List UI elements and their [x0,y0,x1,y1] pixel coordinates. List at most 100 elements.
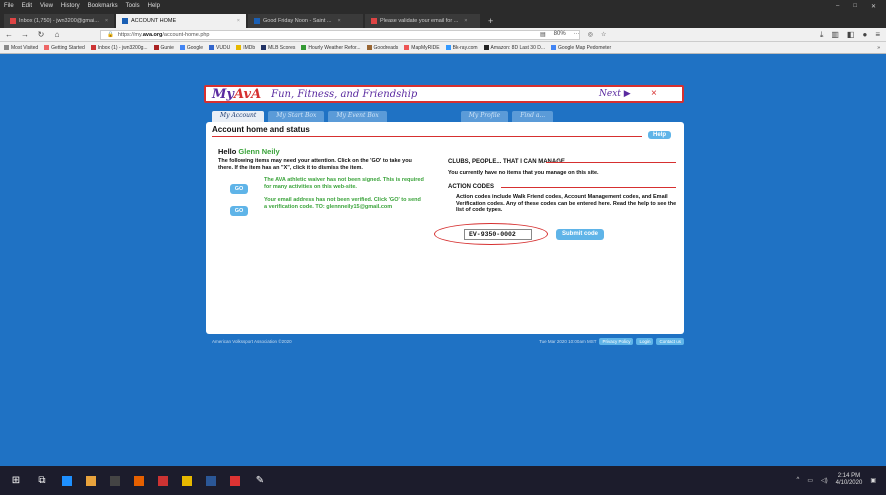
divider [212,136,642,137]
volume-icon[interactable]: ◁) [821,477,828,484]
bookmark-item[interactable]: Most Visited [4,45,38,51]
gmail-icon [10,18,16,24]
feather-icon[interactable]: ✎ [254,475,266,487]
windows-start-icon[interactable]: ⊞ [10,475,22,487]
tab-my-event-box[interactable]: My Event Box [328,111,387,122]
maximize-icon[interactable]: □ [853,3,857,10]
word-icon[interactable] [206,475,216,486]
site-footer: American Volkssport Association ©2020 Tu… [206,336,684,346]
tab-my-start-box[interactable]: My Start Box [268,111,325,122]
bookmark-item[interactable]: Goodreads [366,45,398,51]
login-link[interactable]: Login [636,337,654,345]
go-verify-email-button[interactable]: GO [230,206,248,216]
bookmark-item[interactable]: Hourly Weather Refor... [301,45,361,51]
next-button[interactable]: Next ▶ [599,89,631,99]
menu-file[interactable]: File [4,3,14,9]
go-waiver-button[interactable]: GO [230,184,248,194]
tab-gmail[interactable]: Inbox (1,750) - jwn3200@gmai... × [4,14,114,28]
tab-my-profile[interactable]: My Profile [460,111,509,122]
extension-icon[interactable]: ● [862,30,867,40]
library-icon[interactable]: ▥ [831,30,839,40]
url-bar[interactable]: 🔒 https://my.ava.org/account-home.php [100,30,580,40]
close-window-icon[interactable]: ✕ [871,3,876,10]
edge-icon[interactable] [62,475,72,486]
minimize-icon[interactable]: – [836,3,839,10]
submit-code-button[interactable]: Submit code [556,229,605,240]
help-button[interactable]: Help [648,131,672,139]
clubs-text: You currently have no items that you man… [448,170,599,176]
tab-good-friday[interactable]: Good Friday Noon - Saint ... × [248,14,363,28]
tab-my-account[interactable]: My Account [212,111,265,122]
menu-history[interactable]: History [61,3,80,9]
bookmark-item[interactable]: Inbox (1) - jwn3200g... [90,45,148,51]
pocket-icon[interactable]: ◎ [588,31,593,38]
bookmark-icon [44,44,50,50]
tab-find[interactable]: Find a... [512,111,554,122]
action-code-input[interactable]: EV-9350-0002 [464,229,532,240]
site-banner: MyAvA Fun, Fitness, and Friendship Next … [204,85,684,103]
reload-icon[interactable]: ↻ [36,30,46,40]
menu-help[interactable]: Help [148,3,160,9]
clock[interactable]: 2:14 PM 4/10/2020 [836,473,863,487]
zoom-level[interactable]: 80% [554,31,566,38]
bookmark-item[interactable]: Google Map Pedometer [551,45,611,51]
privacy-policy-link[interactable]: Privacy Policy [599,337,634,345]
bookmark-icon [404,44,410,50]
tray-chevron-icon[interactable]: ^ [797,477,800,483]
site-nav-tabs: My Account My Start Box My Event Box My … [212,111,682,122]
menu-edit[interactable]: Edit [22,3,32,9]
facebook-icon [254,18,260,24]
bookmark-item[interactable]: MLB Scores [261,45,295,51]
bookmark-icon [551,44,557,50]
page-title: Account home and status [212,125,310,134]
app-icon[interactable] [158,475,168,486]
downloads-icon[interactable]: ⤓ [820,30,824,40]
tab-close-icon[interactable]: × [237,18,240,24]
page-actions-icon[interactable]: ··· [574,31,580,38]
bookmark-star-icon[interactable]: ☆ [601,31,606,38]
bookmark-icon [209,44,215,50]
bookmark-item[interactable]: Google [179,45,203,51]
back-icon[interactable]: ← [4,30,14,40]
tab-validate-email[interactable]: Please validate your email for ... × [365,14,480,28]
close-icon[interactable]: × [651,88,657,99]
menu-bookmarks[interactable]: Bookmarks [88,3,118,9]
attention-text: The following items may need your attent… [218,158,412,171]
reader-icon[interactable]: ▤ [540,31,546,38]
myava-logo[interactable]: MyAvA [212,87,261,102]
bookmark-item[interactable]: Amazon: 8D Last 30 D... [483,45,545,51]
network-icon[interactable]: ▭ [807,477,813,484]
tab-close-icon[interactable]: × [105,18,108,24]
tab-close-icon[interactable]: × [464,18,467,24]
tab-account-home[interactable]: ACCOUNT HOME × [116,14,246,28]
menu-bar: File Edit View History Bookmarks Tools H… [0,0,886,12]
sidebar-icon[interactable]: ◧ [847,30,855,40]
bookmark-item[interactable]: IMDb [236,45,255,51]
file-explorer-icon[interactable] [86,475,96,486]
menu-tools[interactable]: Tools [126,3,140,9]
task-view-icon[interactable]: ⧉ [36,475,48,487]
menu-icon[interactable]: ≡ [875,30,880,40]
tab-close-icon[interactable]: × [337,18,340,24]
bookmark-item[interactable]: Gunie [153,45,174,51]
new-tab-icon[interactable]: + [482,16,499,28]
home-icon[interactable]: ⌂ [52,30,62,40]
system-tray: ^ ▭ ◁) 2:14 PM 4/10/2020 ▣ [797,473,877,487]
bookmark-item[interactable]: MapMyRIDE [404,44,440,51]
bookmark-item[interactable]: Getting Started [44,45,85,51]
contact-us-link[interactable]: Contact us [656,337,684,345]
store-icon[interactable] [110,475,120,486]
bookmark-item[interactable]: VUDU [209,45,230,51]
menu-view[interactable]: View [40,3,53,9]
footer-copyright: American Volkssport Association ©2020 [212,338,292,344]
firefox-icon[interactable] [134,475,144,486]
bookmarks-overflow-icon[interactable]: » [877,45,886,51]
ava-icon [122,18,128,24]
notifications-icon[interactable]: ▣ [870,477,876,484]
bookmark-item[interactable]: Bk-ray.com [445,45,478,51]
forward-icon[interactable]: → [20,30,30,40]
app-icon[interactable] [182,475,192,486]
url-domain: ava.org [142,32,163,38]
app-icon[interactable] [230,475,240,486]
site-tagline: Fun, Fitness, and Friendship [271,88,418,100]
